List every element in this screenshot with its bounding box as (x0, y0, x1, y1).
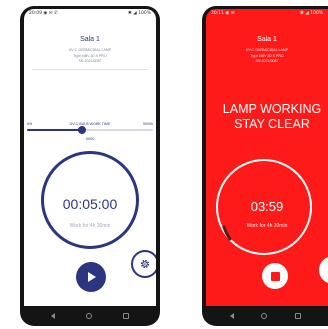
home-icon[interactable] (86, 313, 92, 319)
stop-icon (270, 271, 280, 281)
back-icon[interactable] (229, 313, 234, 319)
gear-icon (140, 259, 150, 269)
navigation-bar (20, 306, 160, 326)
stop-button[interactable] (262, 263, 288, 289)
back-icon[interactable] (51, 313, 55, 319)
warning-line: LAMP WORKING (222, 102, 322, 116)
settings-button[interactable] (131, 250, 156, 278)
work-time-slider[interactable]: 5% UV-C BULB WORK TIME 9000h (27, 119, 153, 134)
status-icons: ✱ ◢ 100% (128, 11, 151, 16)
divider (32, 69, 148, 70)
navigation-bar (202, 306, 328, 326)
slider-fill (27, 129, 83, 131)
left-screen: 20:09 ◉ ✉ ✆ ✱ ◢ 100% Sala 1 UV-C GERMICI… (24, 9, 156, 306)
status-bar: 20:09 ◉ ✉ ✆ ✱ ◢ 100% (24, 9, 156, 19)
status-bar: 20:11 ◉ ✉ ✱ ◢ 100% (206, 9, 328, 19)
slider-value: 4000 (85, 136, 95, 141)
room-title: Sala 1 (257, 36, 277, 43)
side-button[interactable] (319, 256, 328, 284)
slider-max-label: 9000h (143, 122, 153, 126)
status-time: 20:09 ◉ ✉ ✆ (29, 11, 58, 16)
play-icon (88, 272, 96, 282)
timer-display[interactable]: 00:05:00 (24, 196, 156, 212)
play-button[interactable] (76, 262, 106, 292)
right-screen: 20:11 ◉ ✉ ✱ ◢ 100% Sala 1 UV-C GERMICIDA… (206, 9, 328, 306)
home-icon[interactable] (261, 313, 267, 319)
slider-track[interactable] (27, 126, 153, 134)
recent-apps-icon[interactable] (123, 313, 129, 319)
slider-title: UV-C BULB WORK TIME (69, 122, 111, 126)
lamp-warning: LAMP WORKING STAY CLEAR (206, 102, 328, 132)
device-info: UV-C GERMICIDAL LAMP Type NBV 30 S PRO S… (206, 48, 328, 65)
slider-thumb[interactable] (78, 126, 87, 134)
recent-apps-icon[interactable] (294, 313, 301, 319)
timer-display: 03:59 (250, 199, 284, 214)
room-title: Sala 1 (80, 36, 100, 43)
left-phone: 20:09 ◉ ✉ ✆ ✱ ◢ 100% Sala 1 UV-C GERMICI… (20, 6, 160, 326)
status-time: 20:11 ◉ ✉ (211, 11, 235, 16)
status-icons: ✱ ◢ 100% (300, 11, 323, 16)
work-duration-text: Work for 4h 30min (69, 223, 111, 229)
device-line: SN 2021/0087 (255, 59, 279, 63)
right-phone: 20:11 ◉ ✉ ✱ ◢ 100% Sala 1 UV-C GERMICIDA… (202, 6, 328, 326)
device-line: SN 2021/0087 (78, 59, 102, 63)
device-info: UV-C GERMICIDAL LAMP Type NBV 30 S PRO S… (24, 48, 156, 65)
warning-line: STAY CLEAR (234, 117, 310, 131)
work-duration-text: Work for 4h 30min (246, 223, 288, 229)
